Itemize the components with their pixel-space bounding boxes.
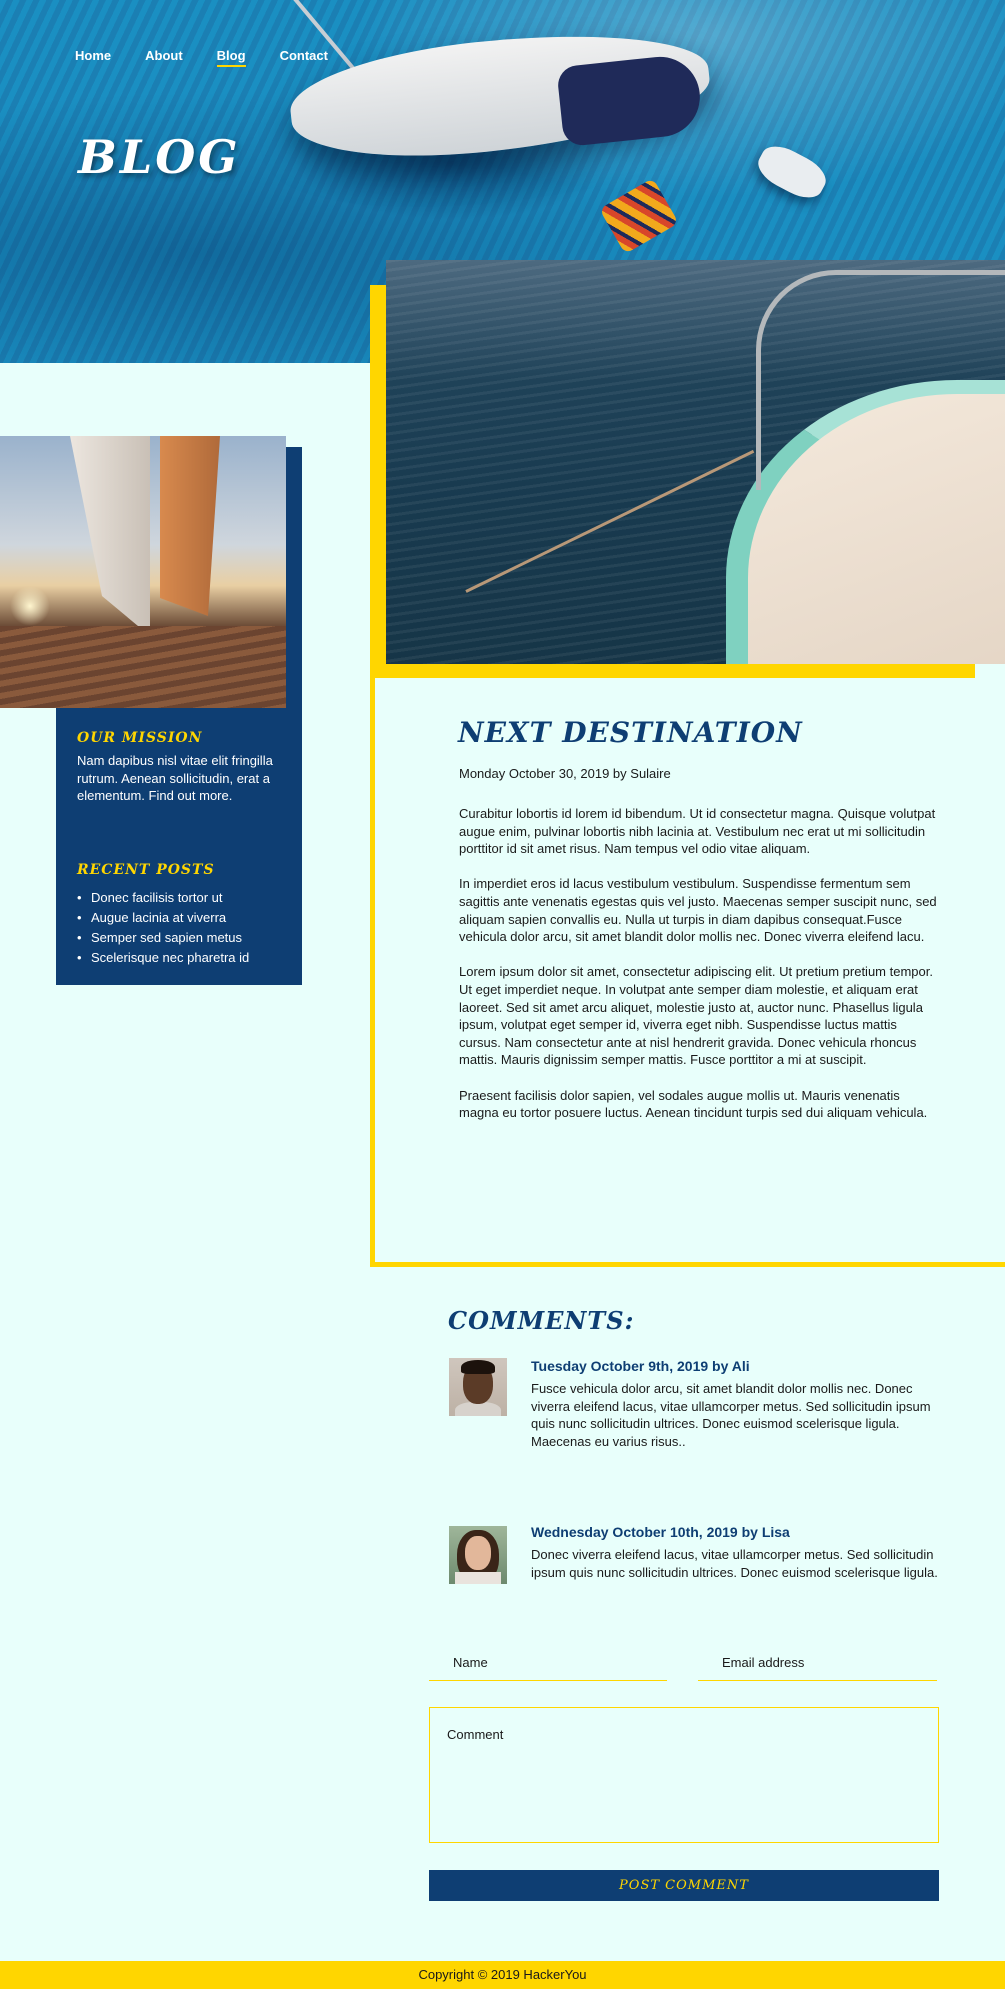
comment-header: Wednesday October 10th, 2019 by Lisa xyxy=(531,1524,790,1540)
wooden-deck xyxy=(0,626,286,708)
footer: Copyright © 2019 HackerYou xyxy=(0,1961,1005,1989)
sail-shape xyxy=(70,436,150,636)
post-paragraph: Lorem ipsum dolor sit amet, consectetur … xyxy=(459,964,933,1068)
mission-heading: OUR MISSION xyxy=(77,730,203,746)
recent-posts-heading: RECENT POSTS xyxy=(77,862,215,878)
nav-about[interactable]: About xyxy=(145,48,183,67)
post-meta: Monday October 30, 2019 by Sulaire xyxy=(459,766,671,781)
recent-post-link[interactable]: Semper sed sapien metus xyxy=(77,928,249,948)
post-body: Curabitur lobortis id lorem id bibendum.… xyxy=(459,805,939,1139)
avatar xyxy=(449,1358,507,1416)
sun-glow xyxy=(10,586,50,626)
nav-contact[interactable]: Contact xyxy=(280,48,328,67)
comments-title: COMMENTS: xyxy=(448,1306,635,1335)
post-paragraph: In imperdiet eros id lacus vestibulum ve… xyxy=(459,876,937,945)
nav-blog[interactable]: Blog xyxy=(216,48,246,67)
comment-field[interactable] xyxy=(429,1707,939,1843)
recent-post-link[interactable]: Scelerisque nec pharetra id xyxy=(77,948,249,968)
yacht-cabin xyxy=(556,52,704,148)
post-title: NEXT DESTINATION xyxy=(458,716,803,749)
name-field[interactable] xyxy=(429,1645,667,1681)
mission-text: Nam dapibus nisl vitae elit fringilla ru… xyxy=(77,753,273,804)
post-paragraph: Curabitur lobortis id lorem id bibendum.… xyxy=(459,806,936,857)
post-comment-button[interactable]: POST COMMENT xyxy=(429,1870,939,1901)
recent-posts-list: Donec facilisis tortor ut Augue lacinia … xyxy=(77,888,249,968)
dinghy-image xyxy=(752,138,832,206)
comment-header: Tuesday October 9th, 2019 by Ali xyxy=(531,1358,750,1374)
recent-post-link[interactable]: Donec facilisis tortor ut xyxy=(77,888,249,908)
comment-body: Fusce vehicula dolor arcu, sit amet blan… xyxy=(531,1381,931,1449)
avatar xyxy=(449,1526,507,1584)
main-nav: Home About Blog Contact xyxy=(75,48,328,67)
post-paragraph: Praesent facilisis dolor sapien, vel sod… xyxy=(459,1087,928,1121)
comment-body: Donec viverra eleifend lacus, vitae ulla… xyxy=(531,1547,938,1580)
email-field[interactable] xyxy=(698,1645,937,1681)
nav-home[interactable]: Home xyxy=(75,48,111,67)
post-featured-image xyxy=(386,260,1005,664)
sidebar-image xyxy=(0,436,286,708)
boat-rail xyxy=(756,270,1005,490)
page-title: BLOG xyxy=(78,130,241,184)
recent-post-link[interactable]: Augue lacinia at viverra xyxy=(77,908,249,928)
rope-line xyxy=(465,449,755,593)
pool-float-image xyxy=(599,177,679,255)
sail-shape xyxy=(160,436,220,616)
